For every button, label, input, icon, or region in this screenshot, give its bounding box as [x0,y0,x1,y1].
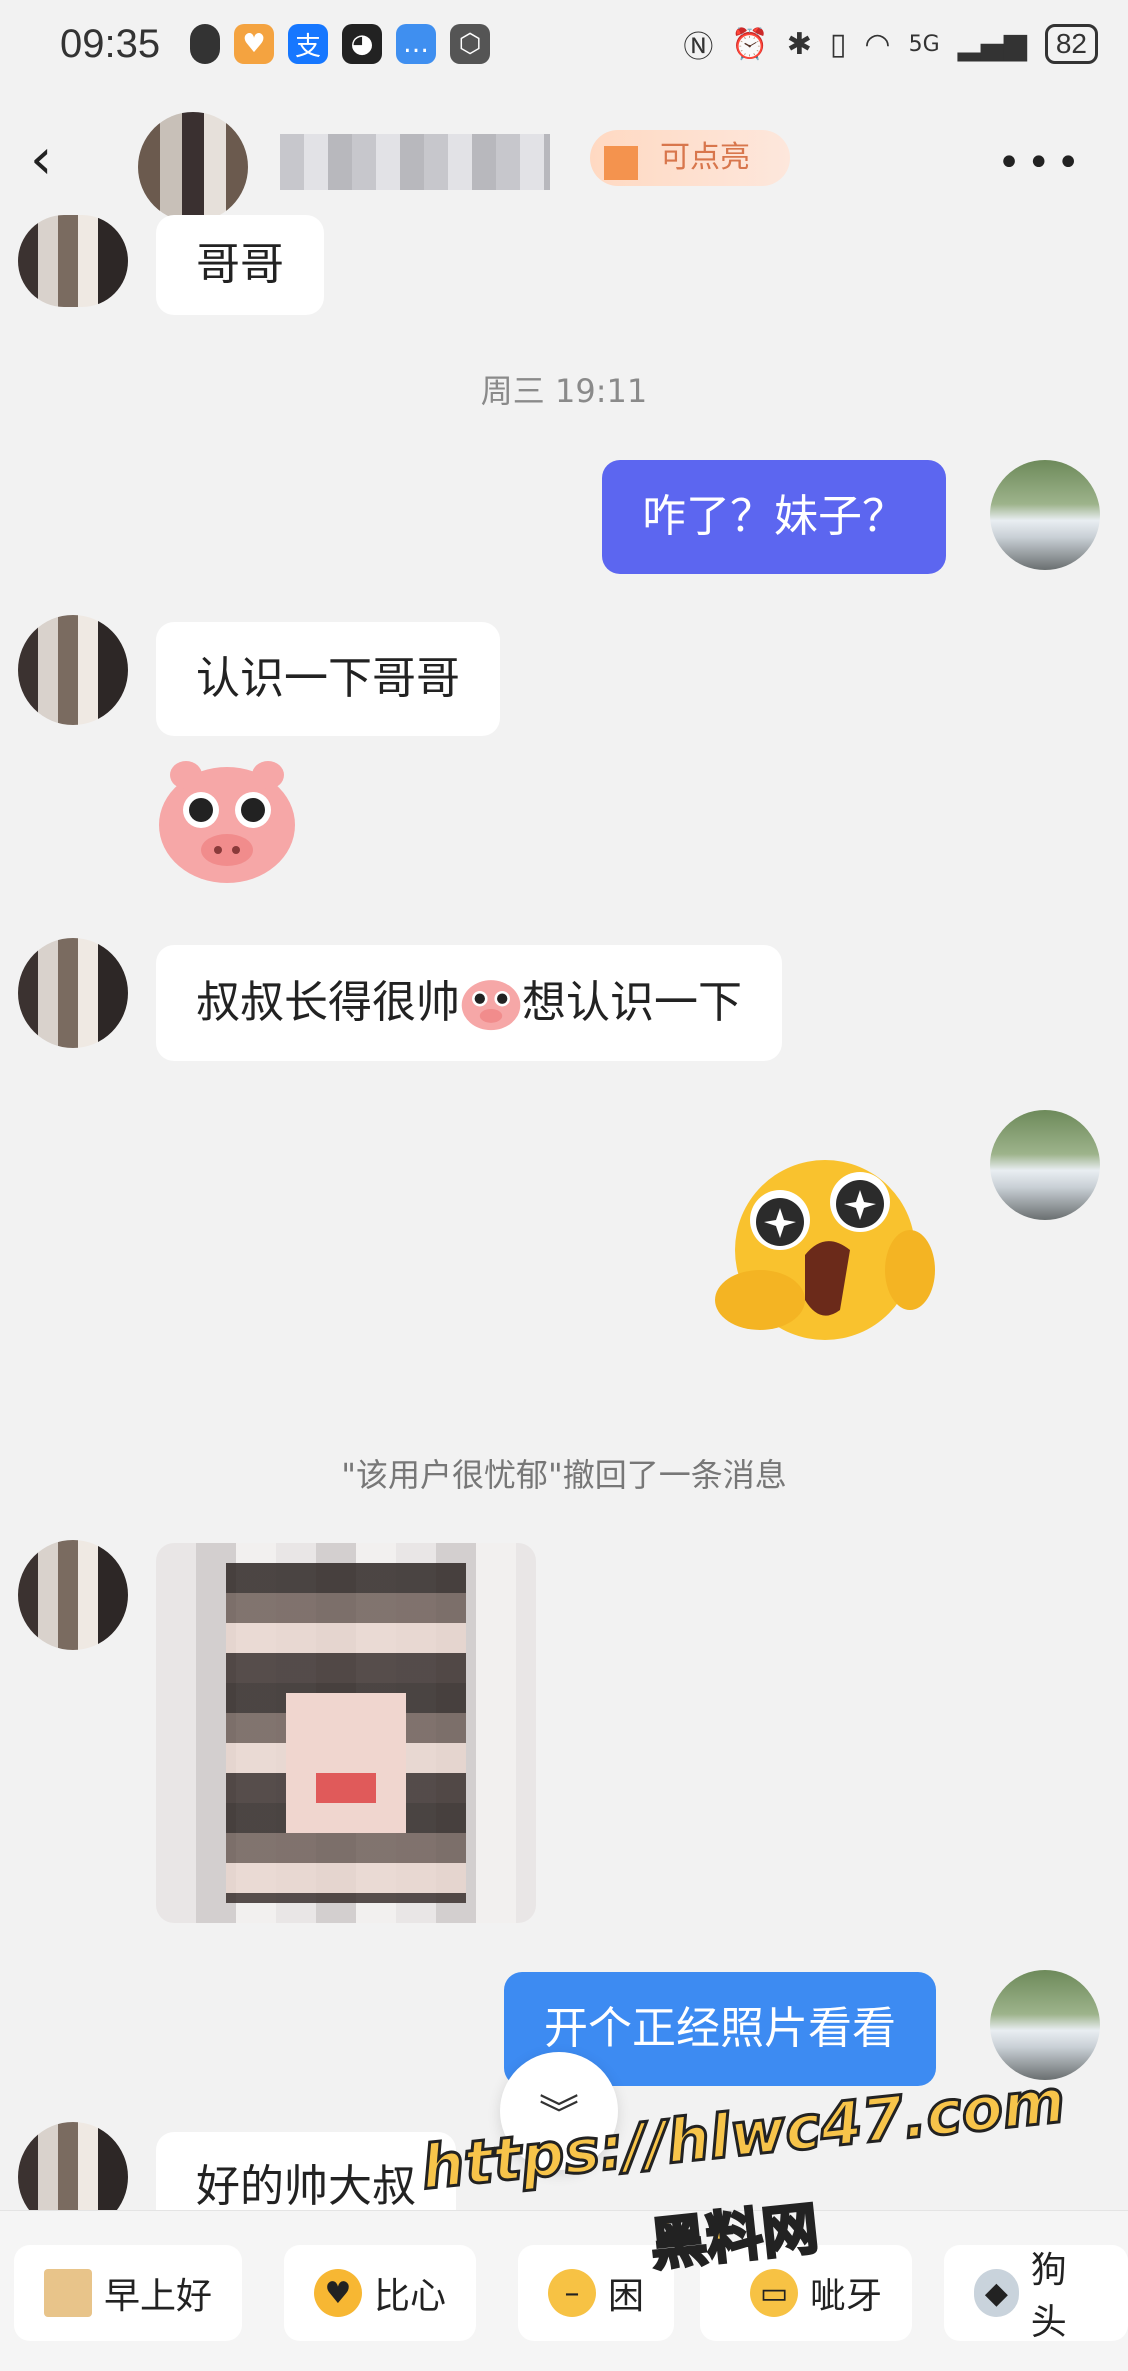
sun-emoji-icon [44,2269,92,2317]
message-bubble[interactable]: 认识一下哥哥 [156,622,500,736]
vibrate-icon: ▯ [829,26,847,62]
message-bubble[interactable]: 叔叔长得很帅 想认识一下 [156,945,782,1061]
sender-avatar[interactable] [18,615,128,725]
network-type: 5G [908,31,940,57]
sender-avatar[interactable] [18,215,128,307]
more-options-icon[interactable]: ••• [997,140,1086,186]
message-timestamp: 周三 19:11 [480,372,648,410]
battery-indicator: 82 [1044,24,1098,64]
site-watermark: https://hlwc47.com 黑料网 [417,2065,1070,2280]
message-bubble[interactable]: 哥哥 [156,215,324,315]
heart-app-icon: ♥ [234,24,274,64]
shield-app-icon: ⬡ [450,24,490,64]
chat-header: ‹ 可点亮 ••• [0,100,1128,230]
quick-reply-chip[interactable]: – 困 [518,2245,675,2341]
message-text-part: 想认识一下 [522,977,742,1028]
status-time: 09:35 [60,22,161,66]
alipay-icon: 支 [288,24,328,64]
bluetooth-icon: ✱ [786,26,812,62]
badge-label: 可点亮 [660,140,750,175]
surprised-face-sticker[interactable] [700,1140,940,1380]
sender-avatar[interactable] [18,938,128,1048]
back-icon[interactable]: ‹ [30,130,52,190]
nfc-icon: Ⓝ [683,30,714,65]
alarm-icon: ⏰ [731,26,769,62]
heart-hands-emoji-icon: ♥ [314,2269,362,2317]
light-up-badge[interactable]: 可点亮 [590,130,790,186]
image-message[interactable] [156,1543,536,1923]
sleepy-emoji-icon: – [548,2269,596,2317]
pixelated-face [286,1693,406,1833]
pig-emoji-icon [461,980,521,1031]
quick-reply-label: 比心 [374,2276,447,2317]
qq-icon: ◕ [342,24,382,64]
pig-sticker[interactable] [156,755,298,885]
badge-icon [604,146,638,180]
my-message-bubble[interactable]: 咋了？妹子？ [602,460,946,574]
headphones-icon [190,24,220,64]
quick-reply-label: 呲牙 [810,2276,883,2317]
quick-reply-label: 早上好 [104,2276,213,2317]
signal-icon: ▂▄▆ [957,26,1027,62]
grin-emoji-icon: ▭ [750,2269,798,2317]
sender-avatar[interactable] [18,1540,128,1650]
my-avatar[interactable] [990,1970,1100,2080]
contact-name-blurred[interactable] [280,134,550,190]
my-avatar[interactable] [990,460,1100,570]
quick-reply-label: 困 [608,2276,645,2317]
message-app-icon: … [396,24,436,64]
quick-reply-label: 狗头 [1030,2250,1067,2343]
notification-icons: ♥ 支 ◕ … ⬡ [190,24,490,64]
recall-notice: "该用户很忧郁"撤回了一条消息 [341,1456,787,1494]
message-text-part: 叔叔长得很帅 [196,977,460,1028]
status-bar: 09:35 ♥ 支 ◕ … ⬡ Ⓝ ⏰ ✱ ▯ ◠ 5G ▂▄▆ 82 [0,0,1128,100]
my-avatar[interactable] [990,1110,1100,1220]
system-icons: Ⓝ ⏰ ✱ ▯ ◠ 5G ▂▄▆ 82 [683,22,1098,66]
contact-avatar[interactable] [138,112,248,222]
pixelated-lips [316,1773,376,1803]
quick-reply-chip[interactable]: ◆ 狗头 [944,2245,1128,2343]
quick-reply-chip[interactable]: 早上好 [14,2245,243,2341]
wifi-icon: ◠ [864,26,891,62]
quick-reply-chip[interactable]: ♥ 比心 [284,2245,477,2341]
doge-emoji-icon: ◆ [974,2269,1019,2317]
